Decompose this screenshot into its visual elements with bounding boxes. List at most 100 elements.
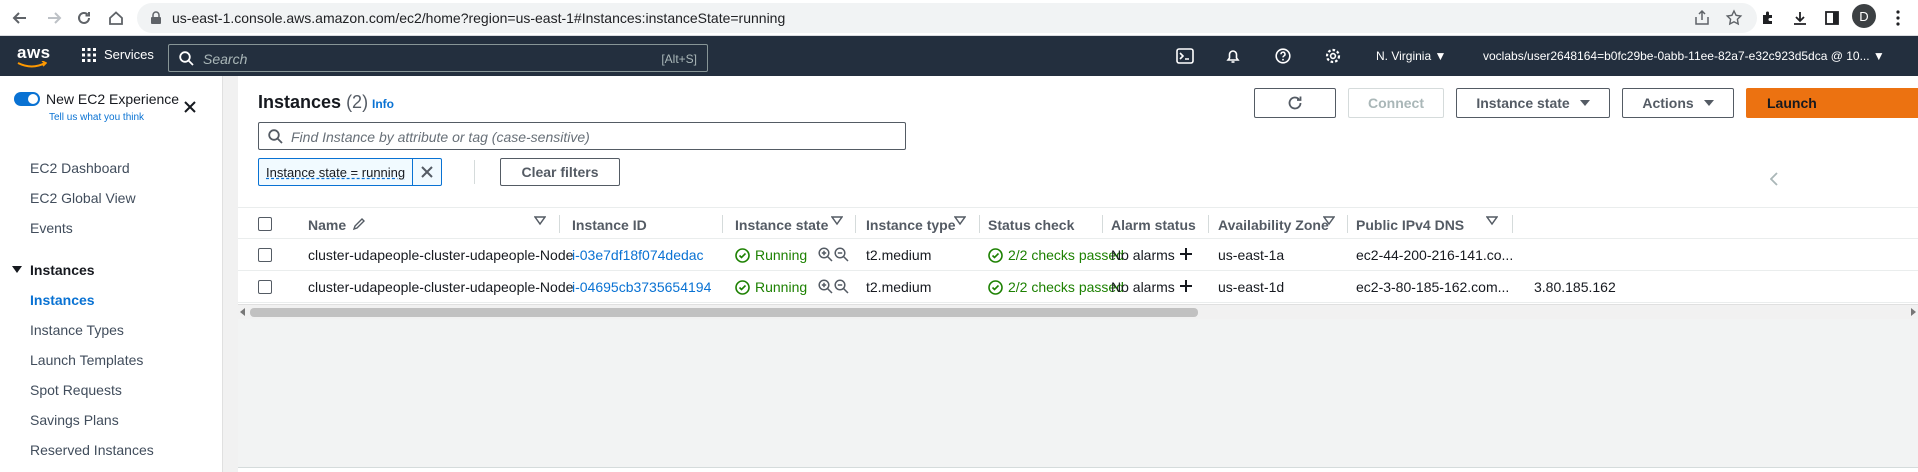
instance-name: cluster-udapeople-cluster-udapeople-Node [308, 247, 574, 263]
instance-name: cluster-udapeople-cluster-udapeople-Node [308, 279, 574, 295]
instance-id-link[interactable]: i-03e7df18f074dedac [572, 247, 704, 263]
scroll-right-icon[interactable] [1910, 308, 1916, 316]
row-checkbox[interactable] [258, 280, 272, 294]
availability-zone: us-east-1d [1218, 279, 1285, 295]
info-link[interactable]: Info [372, 97, 394, 111]
instances-panel: Instances (2) Info Connect Instance stat… [238, 76, 1918, 319]
menu-kebab-icon[interactable] [1886, 6, 1910, 30]
lock-icon [150, 11, 162, 25]
account-menu[interactable]: voclabs/user2648164=b0fc29be-0abb-11ee-8… [1483, 49, 1885, 63]
cloudshell-icon[interactable] [1176, 47, 1194, 65]
instance-state-button[interactable]: Instance state [1456, 88, 1610, 118]
instance-state: Running [735, 247, 807, 263]
sort-icon[interactable] [831, 216, 843, 226]
reload-icon[interactable] [72, 6, 96, 30]
url-text: us-east-1.console.aws.amazon.com/ec2/hom… [172, 10, 786, 26]
column-header-public-ipv4-dns[interactable]: Public IPv4 DNS [1356, 217, 1464, 233]
services-menu[interactable]: Services [82, 47, 154, 62]
column-header-instance-type[interactable]: Instance type [866, 217, 955, 233]
sort-icon[interactable] [1486, 216, 1498, 226]
row-checkbox[interactable] [258, 248, 272, 262]
column-separator[interactable] [1102, 215, 1103, 233]
sidebar-item-ec2-global-view[interactable]: EC2 Global View [30, 190, 136, 206]
forward-icon[interactable] [42, 6, 66, 30]
sidebar-item-savings-plans[interactable]: Savings Plans [30, 412, 119, 428]
column-header-name[interactable]: Name [308, 217, 346, 233]
column-header-instance-id[interactable]: Instance ID [572, 217, 647, 233]
edit-pencil-icon [352, 217, 366, 231]
remove-filter-icon[interactable] [413, 159, 441, 185]
filter-token[interactable]: Instance state = running [258, 158, 443, 186]
sidebar-item-events[interactable]: Events [30, 220, 73, 236]
table-row[interactable]: cluster-udapeople-cluster-udapeople-Node… [238, 239, 1918, 271]
sort-icon[interactable] [1323, 216, 1335, 226]
settings-gear-icon[interactable] [1324, 47, 1342, 65]
sidebar-scrollbar[interactable] [222, 76, 238, 472]
column-separator[interactable] [1347, 215, 1348, 233]
help-icon[interactable] [1274, 47, 1292, 65]
services-label: Services [104, 47, 154, 62]
bookmark-star-icon[interactable] [1725, 9, 1743, 27]
column-header-instance-state[interactable]: Instance state [735, 217, 828, 233]
sort-icon[interactable] [534, 216, 546, 226]
notifications-bell-icon[interactable] [1224, 47, 1242, 65]
new-experience-toggle[interactable] [14, 92, 40, 106]
feedback-link[interactable]: Tell us what you think [49, 112, 144, 123]
instance-id-link[interactable]: i-04695cb3735654194 [572, 279, 711, 295]
select-all-checkbox[interactable] [258, 217, 272, 231]
clear-filters-button[interactable]: Clear filters [500, 158, 620, 186]
aws-logo[interactable]: aws [17, 43, 51, 63]
column-header-alarm-status[interactable]: Alarm status [1111, 217, 1196, 233]
search-icon [179, 51, 194, 66]
profile-avatar[interactable]: D [1852, 4, 1876, 28]
extensions-icon[interactable] [1756, 6, 1780, 30]
sidebar-item-instance-types[interactable]: Instance Types [30, 322, 124, 338]
global-search-input[interactable]: Search [Alt+S] [168, 44, 708, 72]
address-bar[interactable]: us-east-1.console.aws.amazon.com/ec2/hom… [137, 3, 1757, 33]
column-separator[interactable] [722, 215, 723, 233]
home-icon[interactable] [104, 6, 128, 30]
side-panel-icon[interactable] [1820, 6, 1844, 30]
launch-instances-button[interactable]: Launch [1746, 88, 1918, 118]
zoom-in-icon[interactable] [818, 279, 833, 294]
sidebar-item-reserved-instances[interactable]: Reserved Instances [30, 442, 154, 458]
zoom-in-icon[interactable] [818, 247, 833, 262]
connect-button[interactable]: Connect [1348, 88, 1444, 118]
sidebar-group-instances[interactable]: Instances [12, 262, 95, 278]
download-icon[interactable] [1788, 6, 1812, 30]
sidebar-item-launch-templates[interactable]: Launch Templates [30, 352, 143, 368]
sort-icon[interactable] [954, 216, 966, 226]
instance-filter-input[interactable]: Find Instance by attribute or tag (case-… [258, 122, 906, 150]
connect-label: Connect [1368, 95, 1424, 111]
scroll-left-icon[interactable] [240, 308, 246, 316]
chevron-left-icon[interactable] [1770, 172, 1778, 186]
refresh-button[interactable] [1254, 88, 1336, 118]
filter-token-label[interactable]: Instance state = running [259, 159, 414, 185]
zoom-out-icon[interactable] [834, 279, 849, 294]
sidebar-item-ec2-dashboard[interactable]: EC2 Dashboard [30, 160, 130, 176]
close-icon[interactable] [183, 100, 197, 114]
add-alarm-plus-icon[interactable] [1178, 246, 1194, 262]
column-separator[interactable] [855, 215, 856, 233]
column-separator[interactable] [1208, 215, 1209, 233]
zoom-out-icon[interactable] [834, 247, 849, 262]
actions-button[interactable]: Actions [1622, 88, 1734, 118]
actions-label: Actions [1642, 95, 1694, 111]
column-separator[interactable] [979, 215, 980, 233]
grid-icon [82, 47, 96, 62]
column-separator[interactable] [559, 215, 560, 233]
split-panel-divider[interactable] [238, 467, 1918, 472]
column-separator[interactable] [1512, 215, 1513, 233]
table-horizontal-scrollbar[interactable] [238, 304, 1918, 319]
scrollbar-thumb[interactable] [250, 308, 1198, 317]
column-header-status-check[interactable]: Status check [988, 217, 1074, 233]
instance-type: t2.medium [866, 247, 932, 263]
table-row[interactable]: cluster-udapeople-cluster-udapeople-Node… [238, 271, 1918, 303]
sidebar-item-instances[interactable]: Instances [30, 292, 95, 308]
share-icon[interactable] [1693, 9, 1711, 27]
add-alarm-plus-icon[interactable] [1178, 278, 1194, 294]
column-header-availability-zone[interactable]: Availability Zone [1218, 217, 1329, 233]
back-icon[interactable] [8, 6, 32, 30]
region-selector[interactable]: N. Virginia ▼ [1376, 49, 1446, 63]
sidebar-item-spot-requests[interactable]: Spot Requests [30, 382, 122, 398]
